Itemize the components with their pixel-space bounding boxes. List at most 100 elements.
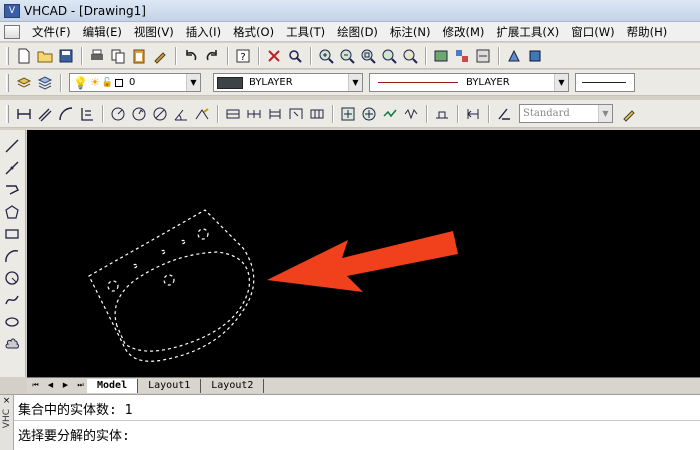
- tab-model[interactable]: Model: [87, 378, 139, 393]
- menu-edit[interactable]: 编辑(E): [77, 24, 128, 40]
- menu-tools[interactable]: 工具(T): [280, 24, 331, 40]
- dimension-edit-icon[interactable]: [401, 104, 421, 124]
- command-panel-handle[interactable]: × VHC: [0, 395, 14, 450]
- tab-layout2[interactable]: Layout2: [201, 378, 265, 393]
- menu-window[interactable]: 窗口(W): [565, 24, 620, 40]
- arc-icon[interactable]: [2, 246, 22, 266]
- linear-dimension-icon[interactable]: [14, 104, 34, 124]
- save-button[interactable]: [56, 46, 76, 66]
- chevron-down-icon[interactable]: ▼: [186, 74, 200, 91]
- paste-button[interactable]: [129, 46, 149, 66]
- zoom-previous-button[interactable]: [400, 46, 420, 66]
- lineweight-dropdown[interactable]: [575, 73, 635, 92]
- toolbar-grip[interactable]: [6, 104, 9, 123]
- block-tool-button[interactable]: [504, 46, 524, 66]
- polyline-icon[interactable]: [2, 180, 22, 200]
- chevron-down-icon[interactable]: ▼: [598, 105, 612, 122]
- current-layer-name: 0: [129, 77, 136, 88]
- menu-view[interactable]: 视图(V): [128, 24, 180, 40]
- arc-length-icon[interactable]: [56, 104, 76, 124]
- previous-tab-icon[interactable]: ◀: [44, 379, 57, 392]
- dimension-space-icon[interactable]: [265, 104, 285, 124]
- zoom-realtime-button[interactable]: [285, 46, 305, 66]
- menu-bar: 文件(F) 编辑(E) 视图(V) 插入(I) 格式(O) 工具(T) 绘图(D…: [0, 22, 700, 42]
- design-center-button[interactable]: [452, 46, 472, 66]
- copy-button[interactable]: [108, 46, 128, 66]
- close-icon[interactable]: ×: [3, 395, 11, 407]
- radius-dimension-icon[interactable]: [108, 104, 128, 124]
- properties-button[interactable]: [431, 46, 451, 66]
- spline-icon[interactable]: [2, 290, 22, 310]
- layout-tabs-bar: ⏮ ◀ ▶ ⏭ Model Layout1 Layout2: [27, 377, 700, 393]
- drawing-canvas[interactable]: [27, 130, 700, 377]
- circle-icon[interactable]: [2, 268, 22, 288]
- ordinate-dimension-icon[interactable]: [77, 104, 97, 124]
- tab-layout1[interactable]: Layout1: [138, 378, 202, 393]
- ellipse-icon[interactable]: [2, 312, 22, 332]
- angular-dimension-icon[interactable]: [171, 104, 191, 124]
- tool-palette-button[interactable]: [473, 46, 493, 66]
- menu-modify[interactable]: 修改(M): [437, 24, 491, 40]
- chevron-down-icon[interactable]: ▼: [348, 74, 362, 91]
- chevron-down-icon[interactable]: ▼: [554, 74, 568, 91]
- quick-dimension-icon[interactable]: [192, 104, 212, 124]
- continue-dimension-icon[interactable]: [244, 104, 264, 124]
- aligned-dimension-icon[interactable]: [35, 104, 55, 124]
- rectangle-icon[interactable]: [2, 224, 22, 244]
- new-file-button[interactable]: [14, 46, 34, 66]
- undo-button[interactable]: [181, 46, 201, 66]
- menu-dimension[interactable]: 标注(N): [384, 24, 437, 40]
- last-tab-icon[interactable]: ⏭: [74, 379, 87, 392]
- zoom-window-button[interactable]: [358, 46, 378, 66]
- jogged-dimension-icon[interactable]: [129, 104, 149, 124]
- command-prompt[interactable]: 选择要分解的实体:: [18, 425, 130, 444]
- dimension-update-icon[interactable]: [463, 104, 483, 124]
- redo-button[interactable]: [202, 46, 222, 66]
- help-button[interactable]: ?: [233, 46, 253, 66]
- zoom-out-button[interactable]: [337, 46, 357, 66]
- separator: [498, 46, 500, 65]
- menu-help[interactable]: 帮助(H): [621, 24, 674, 40]
- layers-toolbar: 💡 ☀ 🔓 0 ▼ BYLAYER ▼ BYLAYER ▼: [0, 70, 700, 96]
- first-tab-icon[interactable]: ⏮: [29, 379, 42, 392]
- menu-file[interactable]: 文件(F): [26, 24, 77, 40]
- dimension-style-value: Standard: [523, 108, 570, 119]
- construction-line-icon[interactable]: [2, 158, 22, 178]
- menu-draw[interactable]: 绘图(D): [331, 24, 384, 40]
- pencil-icon[interactable]: [619, 104, 639, 124]
- zoom-in-button[interactable]: [316, 46, 336, 66]
- selected-washbasin-entity[interactable]: [88, 209, 255, 362]
- dimension-text-edit-icon[interactable]: [432, 104, 452, 124]
- match-properties-button[interactable]: [150, 46, 170, 66]
- diameter-dimension-icon[interactable]: [150, 104, 170, 124]
- line-tool-icon[interactable]: [2, 136, 22, 156]
- dimension-break-icon[interactable]: [286, 104, 306, 124]
- polygon-icon[interactable]: [2, 202, 22, 222]
- menu-extensions[interactable]: 扩展工具(X): [490, 24, 565, 40]
- layer-tool-button[interactable]: [525, 46, 545, 66]
- revision-cloud-icon[interactable]: [2, 334, 22, 354]
- print-button[interactable]: [87, 46, 107, 66]
- annotation-arrow: [267, 231, 458, 292]
- layer-previous-icon[interactable]: [35, 73, 55, 93]
- toolbar-grip[interactable]: [6, 73, 9, 92]
- center-mark-icon[interactable]: [338, 104, 358, 124]
- linetype-dropdown[interactable]: BYLAYER ▼: [369, 73, 569, 92]
- jogged-linear-icon[interactable]: [380, 104, 400, 124]
- menu-insert[interactable]: 插入(I): [180, 24, 227, 40]
- baseline-dimension-icon[interactable]: [223, 104, 243, 124]
- dimension-style-dropdown[interactable]: Standard ▼: [519, 104, 613, 123]
- inspect-icon[interactable]: [359, 104, 379, 124]
- open-file-button[interactable]: [35, 46, 55, 66]
- menu-format[interactable]: 格式(O): [227, 24, 280, 40]
- pan-button[interactable]: [264, 46, 284, 66]
- zoom-extents-button[interactable]: [379, 46, 399, 66]
- layer-dropdown[interactable]: 💡 ☀ 🔓 0 ▼: [69, 73, 201, 92]
- layer-manager-icon[interactable]: [14, 73, 34, 93]
- document-icon[interactable]: [4, 24, 20, 39]
- color-dropdown[interactable]: BYLAYER ▼: [213, 73, 363, 92]
- next-tab-icon[interactable]: ▶: [59, 379, 72, 392]
- tolerance-icon[interactable]: [307, 104, 327, 124]
- dimension-style-icon[interactable]: [494, 104, 514, 124]
- toolbar-grip[interactable]: [6, 46, 9, 65]
